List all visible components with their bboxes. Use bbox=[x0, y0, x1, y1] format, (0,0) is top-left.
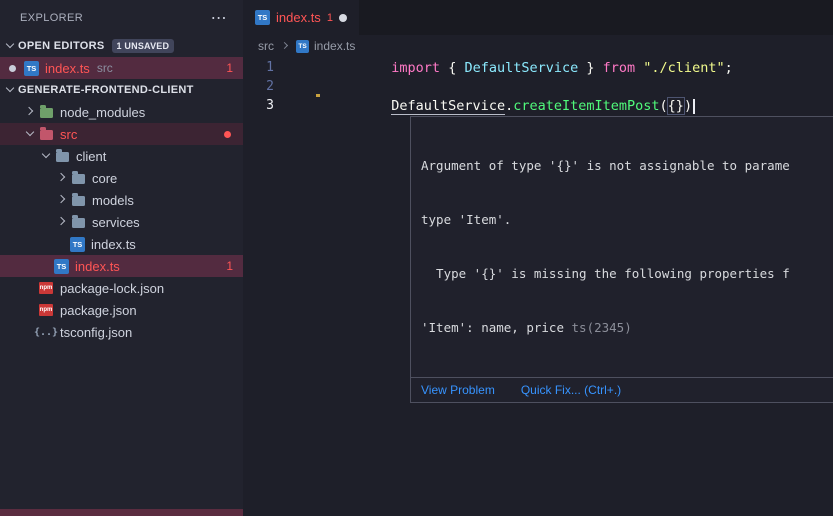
unsaved-badge: 1 UNSAVED bbox=[112, 39, 175, 53]
tree-item-models[interactable]: models bbox=[0, 189, 243, 211]
typescript-file-icon: TS bbox=[70, 237, 85, 252]
error-message-line: type 'Item'. bbox=[421, 211, 833, 229]
punctuation: } bbox=[578, 60, 602, 76]
open-editor-filename: index.ts bbox=[45, 61, 90, 76]
error-code-reference: ts(2345) bbox=[572, 320, 632, 335]
explorer-title: EXPLORER bbox=[20, 12, 205, 24]
tree-item-index-ts-client[interactable]: TS index.ts bbox=[0, 233, 243, 255]
keyword-import: import bbox=[391, 60, 440, 76]
chevron-down-icon[interactable] bbox=[2, 38, 18, 54]
error-dot-badge bbox=[224, 131, 231, 138]
tree-item-tsconfig-json[interactable]: {..} tsconfig.json bbox=[0, 321, 243, 343]
typescript-file-icon: TS bbox=[24, 61, 39, 76]
typescript-file-icon: TS bbox=[255, 10, 270, 25]
punctuation: . bbox=[505, 98, 513, 114]
editor-area: TS index.ts 1 src TS index.ts 1 import {… bbox=[243, 0, 833, 516]
folder-icon bbox=[72, 174, 85, 184]
error-message-line: Argument of type '{}' is not assignable … bbox=[421, 157, 833, 175]
tab-bar: TS index.ts 1 bbox=[243, 0, 833, 35]
folder-icon bbox=[40, 108, 53, 118]
line-number: 2 bbox=[243, 79, 274, 94]
punctuation: ) bbox=[684, 98, 692, 114]
folder-icon bbox=[56, 152, 69, 162]
chevron-right-icon[interactable] bbox=[54, 192, 70, 208]
project-name-label: GENERATE-FRONTEND-CLIENT bbox=[18, 84, 194, 96]
tree-item-src[interactable]: src bbox=[0, 123, 243, 145]
punctuation: { bbox=[440, 60, 464, 76]
folder-icon bbox=[72, 218, 85, 228]
error-hover-widget: Argument of type '{}' is not assignable … bbox=[410, 116, 833, 403]
collapsed-section-strip[interactable] bbox=[0, 509, 243, 516]
punctuation: ( bbox=[660, 98, 668, 114]
more-actions-icon[interactable]: ⋯ bbox=[205, 8, 233, 28]
npm-icon: npm bbox=[39, 304, 54, 316]
chevron-down-icon[interactable] bbox=[22, 126, 38, 142]
tab-label: index.ts bbox=[276, 10, 321, 25]
service-identifier: DefaultService bbox=[391, 98, 505, 115]
dirty-dot-icon[interactable] bbox=[339, 14, 347, 22]
chevron-right-icon[interactable] bbox=[54, 170, 70, 186]
folder-icon bbox=[72, 196, 85, 206]
code-line-1: 1 import { DefaultService } from "./clie… bbox=[243, 58, 833, 77]
chevron-down-icon[interactable] bbox=[2, 82, 18, 98]
chevron-down-icon[interactable] bbox=[38, 148, 54, 164]
imported-type: DefaultService bbox=[464, 60, 578, 76]
tree-item-index-ts-src[interactable]: TS index.ts 1 bbox=[0, 255, 243, 277]
open-editors-header[interactable]: OPEN EDITORS 1 UNSAVED bbox=[0, 35, 243, 57]
quick-fix-link[interactable]: Quick Fix... (Ctrl+.) bbox=[521, 383, 621, 397]
tsconfig-braces-icon: {..} bbox=[34, 327, 58, 338]
tab-index-ts[interactable]: TS index.ts 1 bbox=[243, 0, 359, 35]
open-editor-item-index-ts[interactable]: TS index.ts src 1 bbox=[0, 57, 243, 79]
error-message-line: 'Item': name, price ts(2345) bbox=[421, 319, 833, 337]
explorer-header: EXPLORER ⋯ bbox=[0, 0, 243, 35]
vscode-window: EXPLORER ⋯ OPEN EDITORS 1 UNSAVED TS ind… bbox=[0, 0, 833, 516]
keyword-from: from bbox=[603, 60, 636, 76]
code-line-3: 3 DefaultService.createItemItemPost({}) bbox=[243, 96, 833, 115]
tree-item-node-modules[interactable]: node_modules bbox=[0, 101, 243, 123]
typescript-file-icon: TS bbox=[54, 259, 69, 274]
line-number-active: 3 bbox=[243, 98, 274, 113]
tree-item-package-json[interactable]: npm package.json bbox=[0, 299, 243, 321]
tree-item-client[interactable]: client bbox=[0, 145, 243, 167]
tree-item-services[interactable]: services bbox=[0, 211, 243, 233]
tree-item-core[interactable]: core bbox=[0, 167, 243, 189]
typescript-file-icon: TS bbox=[296, 40, 309, 53]
npm-icon: npm bbox=[39, 282, 54, 294]
error-count-badge: 1 bbox=[226, 259, 233, 273]
punctuation: ; bbox=[725, 60, 733, 76]
folder-icon bbox=[40, 130, 53, 140]
empty-object-argument: {} bbox=[668, 98, 684, 114]
method-identifier: createItemItemPost bbox=[513, 98, 659, 114]
text-cursor bbox=[693, 99, 695, 114]
line-number: 1 bbox=[243, 60, 274, 75]
error-count-badge: 1 bbox=[226, 61, 233, 75]
chevron-right-icon[interactable] bbox=[54, 214, 70, 230]
module-string: "./client" bbox=[643, 60, 724, 76]
tree-item-package-lock-json[interactable]: npm package-lock.json bbox=[0, 277, 243, 299]
open-editors-label: OPEN EDITORS bbox=[18, 40, 105, 52]
breadcrumb-folder[interactable]: src bbox=[258, 39, 274, 53]
explorer-sidebar: EXPLORER ⋯ OPEN EDITORS 1 UNSAVED TS ind… bbox=[0, 0, 243, 516]
chevron-right-icon[interactable] bbox=[22, 104, 38, 120]
error-message-text: 'Item': name, price bbox=[421, 320, 572, 335]
tab-error-count: 1 bbox=[327, 12, 333, 24]
error-message: Argument of type '{}' is not assignable … bbox=[411, 117, 833, 377]
open-editor-folder-detail: src bbox=[97, 61, 113, 75]
chevron-right-icon bbox=[279, 40, 291, 52]
error-message-line: Type '{}' is missing the following prope… bbox=[421, 265, 833, 283]
view-problem-link[interactable]: View Problem bbox=[421, 383, 495, 397]
hover-actions: View Problem Quick Fix... (Ctrl+.) bbox=[411, 377, 833, 402]
project-section-header[interactable]: GENERATE-FRONTEND-CLIENT bbox=[0, 79, 243, 101]
dirty-dot-icon[interactable] bbox=[9, 65, 16, 72]
